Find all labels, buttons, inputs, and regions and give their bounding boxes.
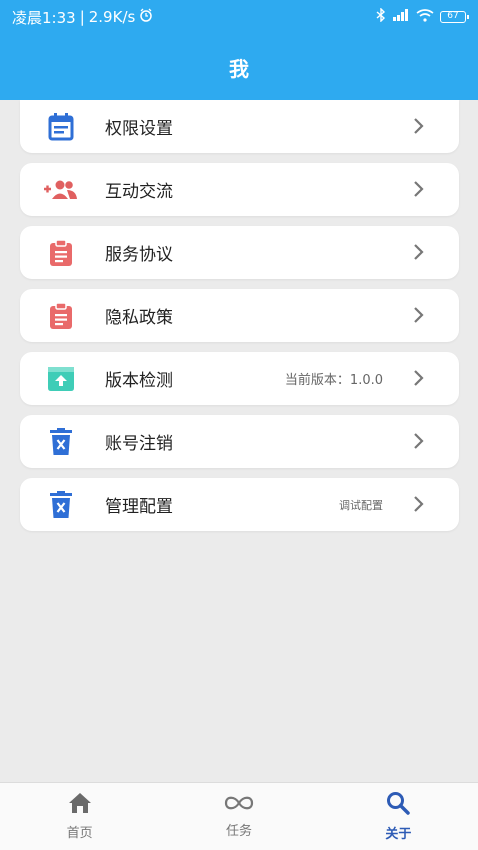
menu-item-privacy-policy[interactable]: 隐私政策 bbox=[20, 289, 459, 342]
tab-label: 任务 bbox=[225, 824, 252, 839]
upload-box-icon bbox=[46, 365, 76, 393]
clipboard-icon bbox=[46, 302, 76, 330]
current-version-text: 当前版本：1.0.0 bbox=[284, 373, 383, 388]
trash-icon bbox=[46, 428, 76, 456]
tab-home[interactable]: 首页 bbox=[0, 783, 159, 850]
calendar-icon bbox=[46, 113, 76, 141]
menu-item-interaction[interactable]: 互动交流 bbox=[20, 163, 459, 216]
bottom-tab-bar: 首页 任务 关于 bbox=[0, 782, 478, 850]
status-time: 凌晨1:33 bbox=[12, 8, 76, 27]
menu-item-label: 账号注销 bbox=[105, 434, 173, 454]
infinity-icon bbox=[224, 794, 254, 816]
chevron-right-icon bbox=[413, 496, 425, 512]
chevron-right-icon bbox=[413, 181, 425, 197]
menu-item-label: 服务协议 bbox=[105, 245, 173, 265]
menu-item-label: 互动交流 bbox=[105, 182, 173, 202]
bluetooth-icon bbox=[376, 7, 386, 26]
menu-item-admin-config[interactable]: 管理配置 调试配置 bbox=[20, 478, 459, 531]
page-title: 我 bbox=[229, 56, 249, 81]
status-right: 67 bbox=[376, 7, 469, 26]
tab-label: 首页 bbox=[66, 826, 93, 841]
tab-label: 关于 bbox=[385, 827, 412, 842]
status-left: 凌晨1:33 | 2.9K/s bbox=[12, 7, 153, 28]
home-icon bbox=[68, 792, 92, 818]
page-header: 我 bbox=[0, 34, 478, 100]
trash-icon bbox=[46, 491, 76, 519]
chevron-right-icon bbox=[413, 307, 425, 323]
alarm-icon bbox=[139, 8, 153, 26]
search-icon bbox=[386, 791, 411, 819]
chevron-right-icon bbox=[413, 370, 425, 386]
chevron-right-icon bbox=[413, 244, 425, 260]
clipboard-icon bbox=[46, 239, 76, 267]
tab-about[interactable]: 关于 bbox=[319, 783, 478, 850]
chevron-right-icon bbox=[413, 433, 425, 449]
menu-item-label: 隐私政策 bbox=[105, 308, 173, 328]
menu-item-delete-account[interactable]: 账号注销 bbox=[20, 415, 459, 468]
wifi-icon bbox=[416, 8, 434, 26]
add-users-icon bbox=[42, 176, 80, 204]
menu-item-service-agreement[interactable]: 服务协议 bbox=[20, 226, 459, 279]
menu-item-label: 权限设置 bbox=[105, 119, 173, 139]
status-speed: 2.9K/s bbox=[88, 8, 136, 26]
chevron-right-icon bbox=[413, 118, 425, 134]
menu-item-label: 版本检测 bbox=[105, 371, 173, 391]
tab-tasks[interactable]: 任务 bbox=[159, 783, 318, 850]
signal-icon bbox=[392, 9, 410, 25]
menu-item-label: 管理配置 bbox=[105, 497, 173, 517]
debug-config-text: 调试配置 bbox=[339, 498, 383, 512]
battery-icon: 67 bbox=[440, 11, 469, 23]
menu-item-permissions[interactable]: 权限设置 bbox=[20, 100, 459, 153]
settings-menu: 权限设置 互动交流 服务协议 隐私政策 版本检测 当前版本：1.0.0 账号注销… bbox=[20, 100, 459, 541]
status-divider: | bbox=[79, 8, 85, 26]
status-bar: 凌晨1:33 | 2.9K/s 67 bbox=[0, 0, 478, 34]
menu-item-version-check[interactable]: 版本检测 当前版本：1.0.0 bbox=[20, 352, 459, 405]
